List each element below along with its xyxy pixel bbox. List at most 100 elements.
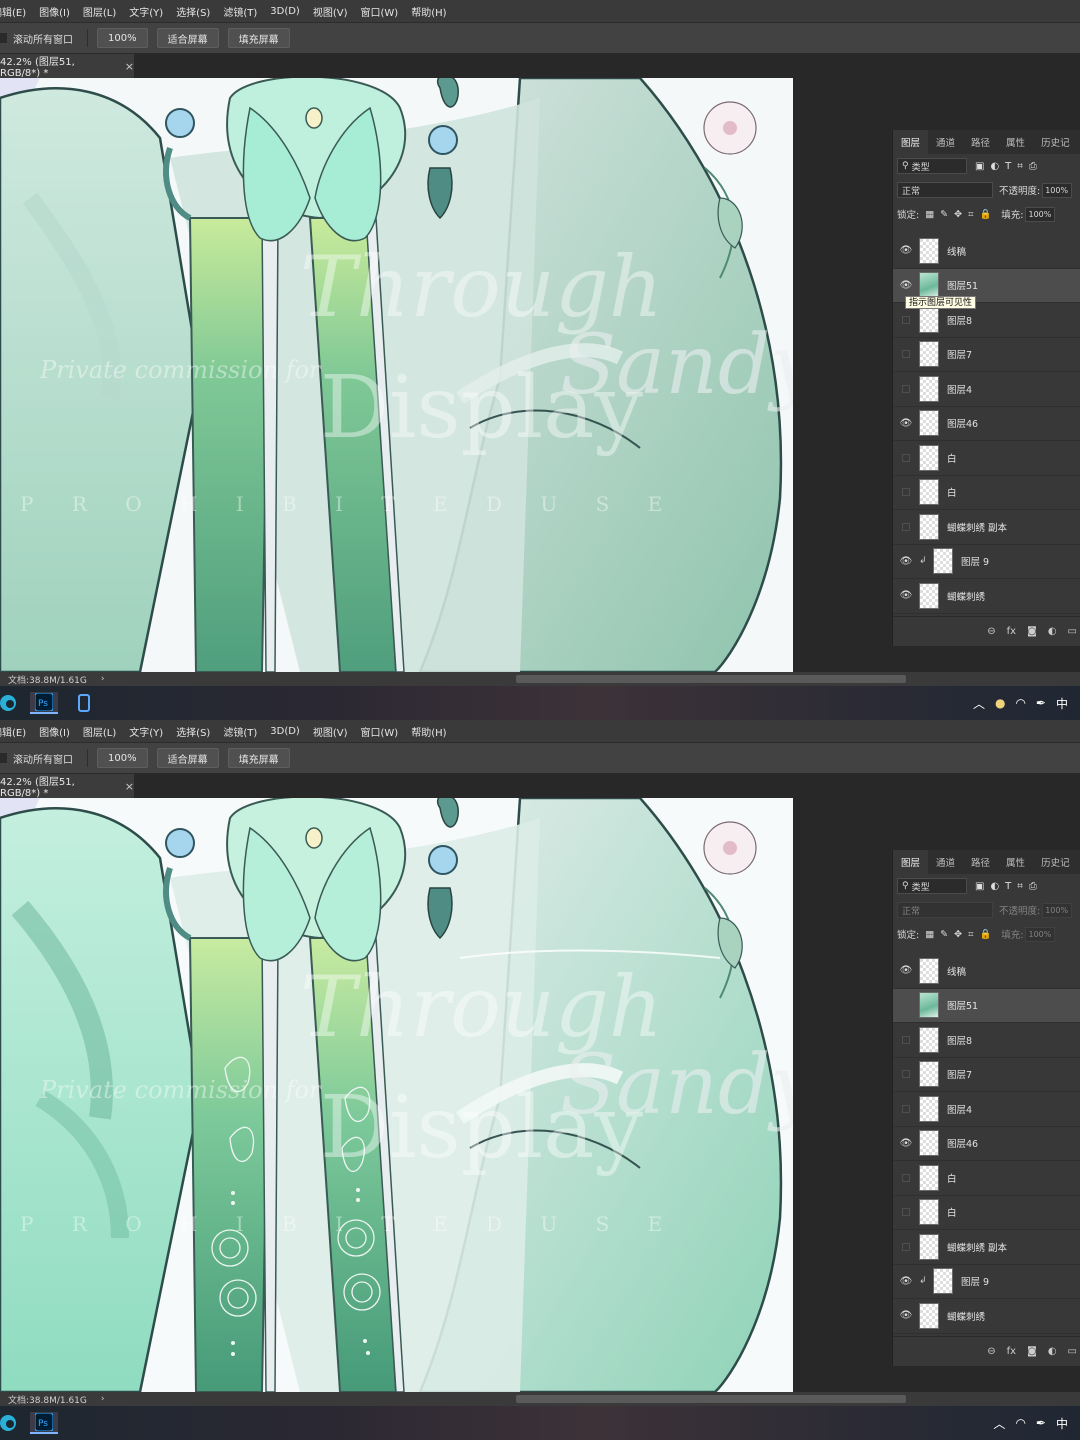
layer-thumbnail[interactable] xyxy=(933,548,953,575)
eye-icon[interactable]: 👁 xyxy=(893,1310,919,1321)
menu-select[interactable]: 选择(S) xyxy=(176,724,210,739)
visibility-toggle[interactable] xyxy=(902,1208,910,1217)
phone-link-icon[interactable] xyxy=(70,692,98,714)
layer-thumbnail[interactable] xyxy=(919,410,939,437)
menu-filter[interactable]: 滤镜(T) xyxy=(223,4,257,19)
menu-type[interactable]: 文字(Y) xyxy=(129,724,163,739)
layer-row[interactable]: 👁 ↲ 图层 9 xyxy=(893,545,1080,579)
chevron-up-icon[interactable]: ︿ xyxy=(993,1415,1005,1432)
blend-mode-select[interactable]: 正常 xyxy=(897,182,993,198)
layer-thumbnail[interactable] xyxy=(919,957,939,984)
layer-row[interactable]: 图层7 xyxy=(893,1058,1080,1092)
visibility-toggle[interactable] xyxy=(902,1104,910,1113)
lock-icons[interactable]: ▦✎✥⌗🔒 xyxy=(925,929,997,940)
edge-icon[interactable] xyxy=(0,692,22,714)
visibility-toggle[interactable] xyxy=(902,522,910,531)
weather-icon[interactable]: ● xyxy=(995,696,1005,710)
tab-layers[interactable]: 图层 xyxy=(893,130,929,154)
layer-row[interactable]: 白 xyxy=(893,476,1080,510)
layer-thumbnail[interactable] xyxy=(919,513,939,540)
fx-icon[interactable]: fx xyxy=(1007,626,1016,637)
menu-view[interactable]: 视图(V) xyxy=(313,724,348,739)
layer-row[interactable]: 👁 图层46 xyxy=(893,1127,1080,1161)
layer-row[interactable]: 蝴蝶刺绣 副本 xyxy=(893,1230,1080,1265)
layer-thumbnail[interactable] xyxy=(919,1302,939,1329)
close-icon[interactable]: × xyxy=(125,780,134,793)
layer-thumbnail[interactable] xyxy=(919,1130,939,1157)
fit-screen-button[interactable]: 适合屏幕 xyxy=(156,28,219,48)
close-icon[interactable]: × xyxy=(125,60,134,73)
status-arrow-icon[interactable]: › xyxy=(101,1394,105,1404)
layer-row[interactable]: 👁 图层46 xyxy=(893,407,1080,441)
mask-icon[interactable]: ◙ xyxy=(1027,1346,1037,1357)
visibility-toggle[interactable] xyxy=(902,350,910,359)
menu-layer[interactable]: 图层(L) xyxy=(83,4,116,19)
menu-help[interactable]: 帮助(H) xyxy=(411,4,446,19)
visibility-toggle[interactable] xyxy=(902,384,910,393)
eye-icon[interactable]: 👁 xyxy=(893,418,919,429)
menu-image[interactable]: 图像(I) xyxy=(39,724,70,739)
filter-icons[interactable]: ▣◐T⌗⎙ xyxy=(975,161,1043,172)
layer-thumbnail[interactable] xyxy=(919,272,939,299)
pen-icon[interactable]: ✒ xyxy=(1036,696,1046,710)
scroll-all-windows-checkbox[interactable]: 滚动所有窗口 xyxy=(0,751,73,766)
menu-help[interactable]: 帮助(H) xyxy=(411,724,446,739)
photoshop-icon[interactable]: Ps xyxy=(30,1412,58,1434)
tab-paths[interactable]: 路径 xyxy=(963,130,998,154)
eye-icon[interactable]: 👁 xyxy=(893,1276,919,1287)
visibility-toggle[interactable] xyxy=(902,1070,910,1079)
visibility-toggle[interactable] xyxy=(902,315,910,324)
eye-icon[interactable]: 👁 xyxy=(893,556,919,567)
document-tab[interactable]: 42.2% (图层51, RGB/8*) * × xyxy=(0,54,134,79)
folder-icon[interactable]: ▭ xyxy=(1068,626,1077,637)
layer-thumbnail[interactable] xyxy=(919,479,939,506)
layer-row[interactable]: 👁 线稿 xyxy=(893,954,1080,989)
eye-icon[interactable]: 👁 xyxy=(893,965,919,976)
zoom-100-button[interactable]: 100% xyxy=(97,748,148,768)
tab-properties[interactable]: 属性 xyxy=(998,130,1033,154)
eye-icon[interactable]: 👁 xyxy=(893,280,919,291)
eye-icon[interactable]: 👁 xyxy=(893,1138,919,1149)
layer-thumbnail[interactable] xyxy=(919,1233,939,1260)
fill-input[interactable]: 100% xyxy=(1025,206,1056,222)
link-icon[interactable]: ⊖ xyxy=(987,1346,995,1357)
fill-screen-button[interactable]: 填充屏幕 xyxy=(227,748,290,768)
pen-icon[interactable]: ✒ xyxy=(1036,1416,1046,1430)
visibility-toggle[interactable] xyxy=(902,1035,910,1044)
fx-icon[interactable]: fx xyxy=(1007,1346,1016,1357)
artwork-canvas[interactable]: Through Display Sandy P R O H I B I T E … xyxy=(0,78,793,672)
lock-icons[interactable]: ▦✎✥⌗🔒 xyxy=(925,209,997,220)
menu-type[interactable]: 文字(Y) xyxy=(129,4,163,19)
menu-edit[interactable]: 编辑(E) xyxy=(0,724,26,739)
menu-3d[interactable]: 3D(D) xyxy=(270,726,300,737)
fill-input[interactable]: 100% xyxy=(1025,926,1056,942)
layer-thumbnail[interactable] xyxy=(919,1026,939,1053)
menu-view[interactable]: 视图(V) xyxy=(313,4,348,19)
layer-kind-filter[interactable]: ⚲ 类型 xyxy=(897,158,967,174)
visibility-toggle[interactable] xyxy=(902,1001,910,1010)
horizontal-scrollbar[interactable] xyxy=(516,675,906,683)
horizontal-scrollbar[interactable] xyxy=(516,1395,906,1403)
eye-icon[interactable]: 👁 xyxy=(893,245,919,256)
layer-row[interactable]: 👁 ↲ 图层 9 xyxy=(893,1265,1080,1299)
status-arrow-icon[interactable]: › xyxy=(101,674,105,684)
layer-row[interactable]: 白 xyxy=(893,1196,1080,1230)
menu-window[interactable]: 窗口(W) xyxy=(361,724,399,739)
layer-row[interactable]: 👁 蝴蝶刺绣 xyxy=(893,1299,1080,1334)
tab-properties[interactable]: 属性 xyxy=(998,850,1033,874)
layer-row[interactable]: 图层4 xyxy=(893,372,1080,407)
fill-screen-button[interactable]: 填充屏幕 xyxy=(227,28,290,48)
tab-history[interactable]: 历史记 xyxy=(1033,850,1078,874)
mask-icon[interactable]: ◙ xyxy=(1027,626,1037,637)
menu-edit[interactable]: 编辑(E) xyxy=(0,4,26,19)
network-icon[interactable]: ◠ xyxy=(1015,1416,1025,1430)
menu-image[interactable]: 图像(I) xyxy=(39,4,70,19)
menu-layer[interactable]: 图层(L) xyxy=(83,724,116,739)
adjustment-icon[interactable]: ◐ xyxy=(1048,626,1057,637)
document-tab[interactable]: 42.2% (图层51, RGB/8*) * × xyxy=(0,774,134,799)
opacity-input[interactable]: 100% xyxy=(1042,902,1073,918)
tab-paths[interactable]: 路径 xyxy=(963,850,998,874)
menu-3d[interactable]: 3D(D) xyxy=(270,6,300,17)
chevron-up-icon[interactable]: ︿ xyxy=(973,695,985,712)
visibility-toggle[interactable] xyxy=(902,1173,910,1182)
